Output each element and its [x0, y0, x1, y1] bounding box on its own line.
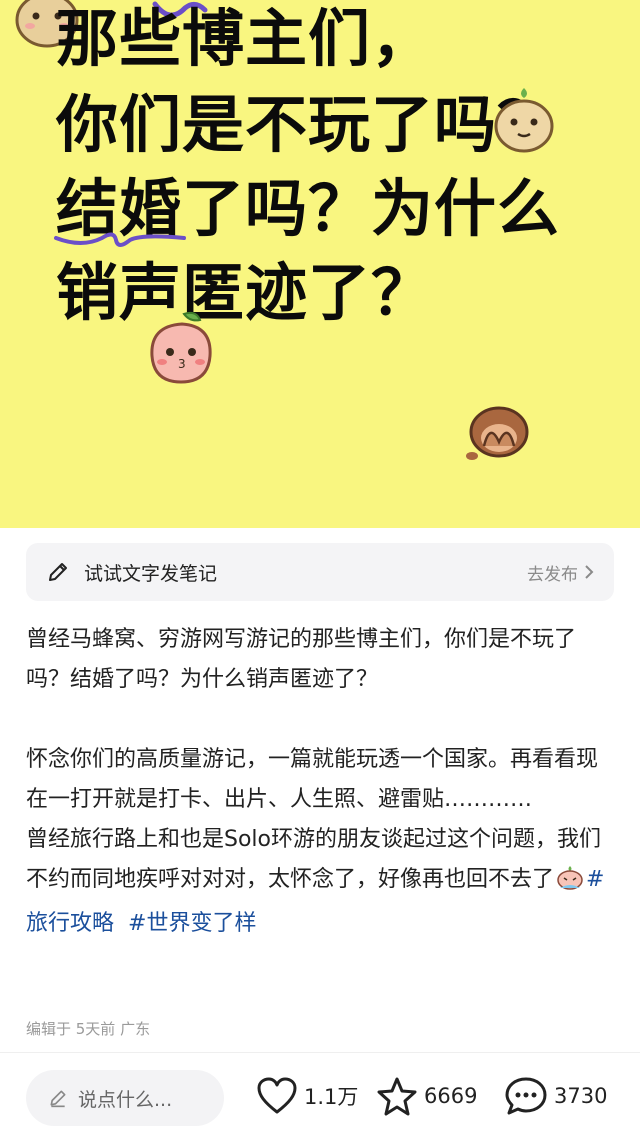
cover-image[interactable]: 那些博主们， 你们是不玩了吗？ 结婚了吗？为什么 销声匿迹了？ 3: [0, 0, 640, 528]
comment-button[interactable]: 3730: [504, 1076, 607, 1116]
collect-button[interactable]: 6669: [376, 1076, 477, 1116]
cute-face-sticker-icon: [494, 88, 554, 153]
comment-input[interactable]: 说点什么...: [26, 1070, 224, 1126]
text-note-prompt-label: 试试文字发笔记: [84, 562, 218, 585]
note-paragraph-1: 曾经马蜂窝、穷游网写游记的那些博主们，你们是不玩了吗？结婚了吗？为什么销声匿迹了…: [26, 627, 577, 692]
svg-text:3: 3: [178, 357, 186, 371]
chevron-right-icon: [584, 564, 594, 580]
like-button[interactable]: 1.1万: [256, 1076, 358, 1116]
text-note-prompt-bar[interactable]: 试试文字发笔记 去发布: [26, 543, 614, 601]
cover-title-line-1: 那些博主们，: [56, 2, 435, 75]
cover-title-line-2: 你们是不玩了吗？: [56, 88, 561, 161]
note-paragraph-3-text: 曾经旅行路上和也是Solo环游的朋友谈起过这个问题，我们不约而同地疾呼对对对，太…: [26, 827, 601, 892]
star-icon: [377, 1077, 417, 1116]
note-body: 曾经马蜂窝、穷游网写游记的那些博主们，你们是不玩了吗？结婚了吗？为什么销声匿迹了…: [26, 620, 618, 944]
go-publish-label: 去发布: [527, 564, 578, 585]
bottom-action-bar: 说点什么... 1.1万 6669 3730: [0, 1066, 640, 1128]
peach-face-sticker-icon: 3: [150, 311, 212, 384]
pencil-icon: [46, 559, 72, 585]
like-count: 1.1万: [304, 1085, 359, 1109]
hashtag-world-changed[interactable]: #世界变了样: [128, 911, 256, 936]
go-publish-link[interactable]: 去发布: [527, 560, 594, 585]
cover-title-line-4: 销声匿迹了？: [56, 256, 435, 329]
edit-meta-info: 编辑于 5天前 广东: [26, 1020, 151, 1038]
comment-count: 3730: [554, 1084, 608, 1108]
crying-emoji-icon: [556, 864, 584, 904]
pencil-icon: [48, 1088, 68, 1108]
monkey-face-sticker-icon: [466, 406, 529, 460]
note-paragraph-2: 怀念你们的高质量游记，一篇就能玩透一个国家。再看看现在一打开就是打卡、出片、人生…: [26, 747, 599, 812]
divider: [0, 1052, 640, 1053]
heart-icon: [257, 1077, 297, 1114]
comment-bubble-icon: [505, 1077, 547, 1115]
comment-placeholder: 说点什么...: [78, 1088, 173, 1111]
collect-count: 6669: [424, 1084, 478, 1108]
squiggle-underline-icon: [54, 232, 186, 247]
note-paragraph-3: 曾经旅行路上和也是Solo环游的朋友谈起过这个问题，我们不约而同地疾呼对对对，太…: [26, 820, 618, 944]
